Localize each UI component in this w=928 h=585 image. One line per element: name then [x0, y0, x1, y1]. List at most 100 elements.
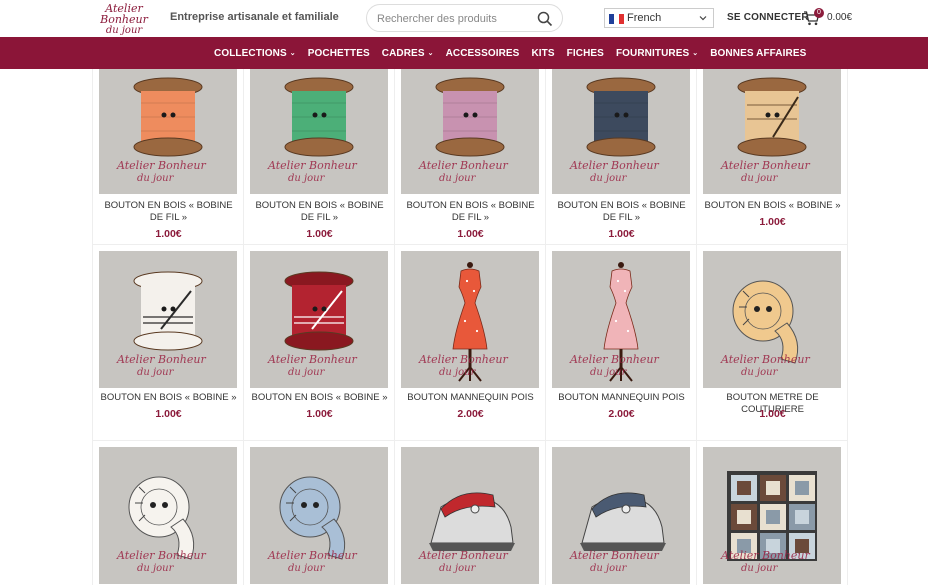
cart-total[interactable]: 0.00€	[827, 12, 852, 23]
product-thumbnail[interactable]: Atelier Bonheur du jour	[250, 447, 388, 584]
product-title[interactable]: BOUTON EN BOIS « BOBINE DE FIL »	[550, 200, 693, 224]
product-card[interactable]: Atelier Bonheur du jour BOUTON EN BOIS « B…	[244, 69, 395, 245]
svg-text:du jour: du jour	[288, 173, 326, 184]
product-title[interactable]: BOUTON EN BOIS « BOBINE »	[701, 200, 844, 212]
nav-item-fournitures[interactable]: FOURNITURES ⌄	[616, 48, 698, 59]
nav-item-pochettes[interactable]: POCHETTES	[308, 48, 370, 59]
language-label: French	[627, 12, 662, 24]
svg-text:Atelier Bonheur: Atelier Bonheur	[720, 353, 810, 366]
product-card[interactable]: Atelier Bonheur du jour BOUTON EN BOIS « B…	[546, 69, 697, 245]
product-thumbnail[interactable]: Atelier Bonheur du jour	[99, 69, 237, 194]
product-price: 1.00€	[306, 228, 333, 240]
product-grid: Atelier Bonheur du jour BOUTON EN BOIS « B…	[92, 69, 848, 585]
svg-text:Atelier Bonheur: Atelier Bonheur	[267, 549, 357, 562]
product-card[interactable]: Atelier Bonheur du jour BOUTON METRE DE CO…	[697, 245, 848, 441]
product-card[interactable]: Atelier Bonheur du jour BOUTON EN BOIS « B…	[697, 69, 848, 245]
nav-item-label: POCHETTES	[307, 47, 370, 59]
product-title[interactable]: BOUTON EN BOIS « BOBINE DE FIL »	[399, 200, 542, 224]
product-title[interactable]: BOUTON MANNEQUIN POIS	[550, 392, 693, 404]
language-select[interactable]: French	[604, 8, 714, 28]
svg-text:Atelier Bonheur: Atelier Bonheur	[569, 353, 659, 366]
product-thumbnail[interactable]: Atelier Bonheur du jour	[99, 447, 237, 584]
product-card[interactable]: Atelier Bonheur du jour BOUTON EN BOIS « B…	[93, 245, 244, 441]
product-card[interactable]: Atelier Bonheur du jour	[395, 441, 546, 585]
product-price: 1.00€	[155, 228, 182, 240]
product-title[interactable]: BOUTON EN BOIS « BOBINE DE FIL »	[97, 200, 240, 224]
search-input[interactable]	[377, 10, 527, 27]
product-image: Atelier Bonheurdu jour	[703, 447, 841, 584]
product-thumbnail[interactable]: Atelier Bonheur du jour	[401, 447, 539, 584]
product-price: 1.00€	[306, 408, 333, 420]
product-thumbnail[interactable]: Atelier Bonheur du jour	[703, 69, 841, 194]
product-image: Atelier Bonheurdu jour	[99, 251, 237, 388]
product-thumbnail[interactable]: Atelier Bonheur du jour	[703, 251, 841, 388]
product-row: Atelier Bonheur du jour BOUTON EN BOIS « B…	[93, 245, 848, 441]
svg-text:Atelier Bonheur: Atelier Bonheur	[116, 549, 206, 562]
product-image: Atelier Bonheurdu jour	[703, 251, 841, 388]
product-card[interactable]: Atelier Bonheur du jour BOUTON EN BOIS « B…	[244, 245, 395, 441]
product-card[interactable]: Atelier Bonheur du jour BOUTON EN BOIS « B…	[395, 69, 546, 245]
product-thumbnail[interactable]: Atelier Bonheur du jour	[552, 69, 690, 194]
nav-item-kits[interactable]: KITS	[531, 48, 554, 59]
logo-line-1: Atelier Bonheur	[100, 2, 148, 26]
product-card[interactable]: Atelier Bonheur du jour BOUTON MANNEQUIN P…	[395, 245, 546, 441]
product-card[interactable]: Atelier Bonheur du jour	[697, 441, 848, 585]
product-row: Atelier Bonheur du jour Atelier Bonheur du …	[93, 441, 848, 585]
cart-count-badge: 0	[814, 8, 824, 18]
nav-item-label: BONNES AFFAIRES	[710, 47, 807, 59]
chevron-down-icon: ⌄	[289, 50, 296, 57]
nav-item-bonnes-affaires[interactable]: BONNES AFFAIRES	[710, 48, 806, 59]
product-thumbnail[interactable]: Atelier Bonheur du jour	[99, 251, 237, 388]
product-thumbnail[interactable]: Atelier Bonheur du jour	[401, 251, 539, 388]
product-title[interactable]: BOUTON MANNEQUIN POIS	[399, 392, 542, 404]
svg-text:Atelier Bonheur: Atelier Bonheur	[267, 159, 357, 172]
product-title[interactable]: BOUTON EN BOIS « BOBINE »	[248, 392, 391, 404]
chevron-down-icon: ⌄	[692, 50, 699, 57]
product-card[interactable]: Atelier Bonheur du jour BOUTON MANNEQUIN P…	[546, 245, 697, 441]
product-thumbnail[interactable]: Atelier Bonheur du jour	[250, 251, 388, 388]
nav-item-label: CADRES	[381, 47, 425, 59]
svg-text:du jour: du jour	[439, 563, 477, 574]
nav-item-fiches[interactable]: FICHES	[567, 48, 604, 59]
product-title[interactable]: BOUTON EN BOIS « BOBINE »	[97, 392, 240, 404]
svg-text:du jour: du jour	[137, 173, 175, 184]
logo-text: Atelier Bonheur du jour	[90, 3, 158, 36]
product-image: Atelier Bonheurdu jour	[250, 447, 388, 584]
product-card[interactable]: Atelier Bonheur du jour	[244, 441, 395, 585]
svg-text:Atelier Bonheur: Atelier Bonheur	[569, 549, 659, 562]
product-thumbnail[interactable]: Atelier Bonheur du jour	[703, 447, 841, 584]
tagline: Entreprise artisanale et familiale	[170, 11, 339, 23]
nav-items: COLLECTIONS ⌄ POCHETTES CADRES ⌄ ACCESSOIRES K…	[214, 37, 818, 69]
product-image: Atelier Bonheurdu jour	[552, 69, 690, 194]
product-title[interactable]: BOUTON EN BOIS « BOBINE DE FIL »	[248, 200, 391, 224]
chevron-down-icon	[699, 16, 707, 21]
site-logo[interactable]: Atelier Bonheur du jour	[90, 3, 158, 36]
svg-text:Atelier Bonheur: Atelier Bonheur	[569, 159, 659, 172]
product-image: Atelier Bonheurdu jour	[250, 69, 388, 194]
svg-text:Atelier Bonheur: Atelier Bonheur	[116, 353, 206, 366]
product-card[interactable]: Atelier Bonheur du jour	[546, 441, 697, 585]
product-row: Atelier Bonheur du jour BOUTON EN BOIS « B…	[93, 69, 848, 245]
search-icon[interactable]	[537, 11, 553, 27]
nav-item-label: FOURNITURES	[615, 47, 690, 59]
svg-text:Atelier Bonheur: Atelier Bonheur	[418, 353, 508, 366]
product-thumbnail[interactable]: Atelier Bonheur du jour	[552, 447, 690, 584]
product-image: Atelier Bonheurdu jour	[552, 251, 690, 388]
product-card[interactable]: Atelier Bonheur du jour BOUTON EN BOIS « B…	[93, 69, 244, 245]
login-link[interactable]: SE CONNECTER	[727, 12, 809, 23]
svg-text:Atelier Bonheur: Atelier Bonheur	[720, 159, 810, 172]
product-thumbnail[interactable]: Atelier Bonheur du jour	[250, 69, 388, 194]
logo-line-2: du jour	[105, 25, 143, 36]
product-card[interactable]: Atelier Bonheur du jour	[93, 441, 244, 585]
product-thumbnail[interactable]: Atelier Bonheur du jour	[552, 251, 690, 388]
svg-text:du jour: du jour	[288, 563, 326, 574]
svg-text:du jour: du jour	[590, 367, 628, 378]
nav-item-cadres[interactable]: CADRES ⌄	[382, 48, 434, 59]
svg-text:Atelier Bonheur: Atelier Bonheur	[418, 159, 508, 172]
svg-text:du jour: du jour	[741, 367, 779, 378]
nav-item-accessoires[interactable]: ACCESSOIRES	[446, 48, 520, 59]
product-price: 2.00€	[608, 408, 635, 420]
svg-text:du jour: du jour	[137, 367, 175, 378]
product-thumbnail[interactable]: Atelier Bonheur du jour	[401, 69, 539, 194]
nav-item-collections[interactable]: COLLECTIONS ⌄	[214, 48, 296, 59]
